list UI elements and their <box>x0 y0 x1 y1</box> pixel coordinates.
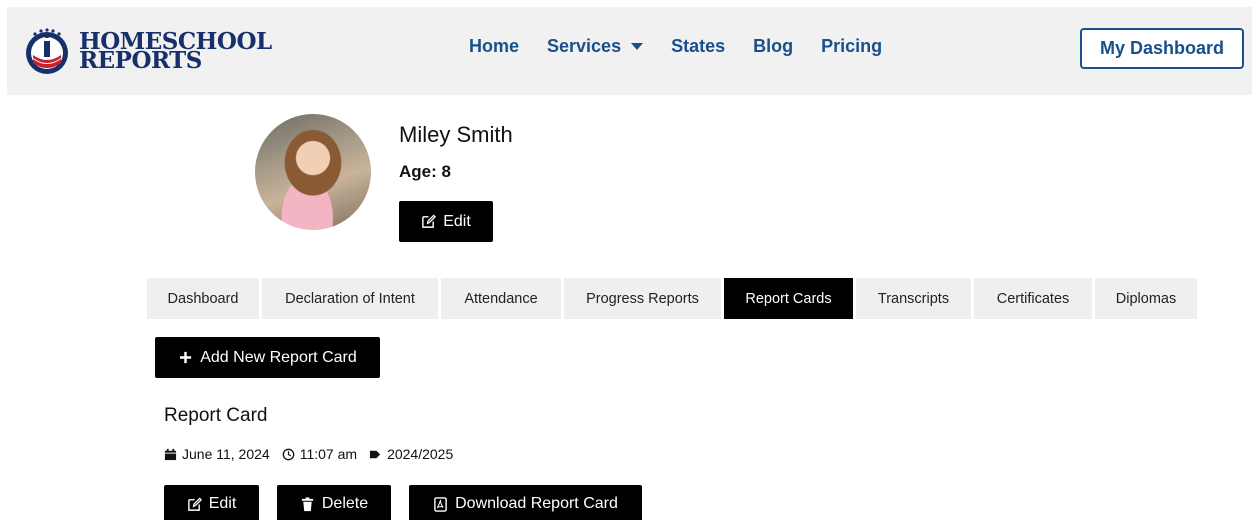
tab-report-cards[interactable]: Report Cards <box>724 278 853 319</box>
add-report-card-button[interactable]: Add New Report Card <box>155 337 380 378</box>
child-name: Miley Smith <box>399 122 513 147</box>
avatar <box>255 114 371 230</box>
pdf-file-icon <box>434 496 447 512</box>
section-tabs: Dashboard Declaration of Intent Attendan… <box>147 278 1197 319</box>
add-report-card-label: Add New Report Card <box>200 348 357 366</box>
edit-icon <box>187 496 202 511</box>
edit-profile-button[interactable]: Edit <box>399 201 493 242</box>
plus-icon <box>180 351 192 364</box>
tab-attendance[interactable]: Attendance <box>441 278 561 319</box>
report-card-meta: June 11, 2024 11:07 am 2024/2025 <box>164 446 465 462</box>
nav-item-home[interactable]: Home <box>469 36 519 57</box>
report-card-title: Report Card <box>164 405 268 426</box>
nav-item-pricing[interactable]: Pricing <box>821 36 882 57</box>
tab-diplomas[interactable]: Diplomas <box>1095 278 1197 319</box>
clock-icon <box>282 448 295 460</box>
edit-report-card-button[interactable]: Edit <box>164 485 259 520</box>
edit-icon <box>422 214 437 228</box>
brand-wordmark: HOMESCHOOL REPORTS <box>79 30 272 72</box>
site-header: HOMESCHOOL REPORTS Home Services States … <box>7 7 1252 95</box>
my-dashboard-button[interactable]: My Dashboard <box>1080 28 1244 69</box>
trash-icon <box>301 496 313 511</box>
nav-item-states[interactable]: States <box>671 36 725 57</box>
report-card-tag-text: 2024/2025 <box>387 446 454 462</box>
tag-icon <box>369 450 381 458</box>
report-card-time: 11:07 am <box>282 446 357 462</box>
chevron-down-icon <box>631 43 644 50</box>
calendar-icon <box>164 448 177 460</box>
download-report-card-button[interactable]: Download Report Card <box>409 485 642 520</box>
brand-logo[interactable]: HOMESCHOOL REPORTS <box>21 25 272 77</box>
logo-emblem-icon <box>26 28 68 74</box>
report-card-date-text: June 11, 2024 <box>182 446 270 462</box>
download-report-card-label: Download Report Card <box>455 495 618 512</box>
report-card-time-text: 11:07 am <box>299 446 358 462</box>
report-card-tag: 2024/2025 <box>369 446 453 462</box>
main-nav: Home Services States Blog Pricing <box>469 36 882 57</box>
nav-item-services-label: Services <box>547 36 622 56</box>
delete-report-card-button[interactable]: Delete <box>277 485 391 520</box>
child-age: Age: 8 <box>399 162 451 181</box>
nav-item-blog[interactable]: Blog <box>753 36 793 57</box>
delete-report-card-label: Delete <box>321 495 369 512</box>
report-card-date: June 11, 2024 <box>164 446 270 462</box>
edit-report-card-label: Edit <box>208 495 237 512</box>
tab-declaration-of-intent[interactable]: Declaration of Intent <box>262 278 438 319</box>
edit-profile-label: Edit <box>443 212 471 230</box>
tab-progress-reports[interactable]: Progress Reports <box>564 278 721 319</box>
tab-dashboard[interactable]: Dashboard <box>147 278 259 319</box>
tab-certificates[interactable]: Certificates <box>974 278 1092 319</box>
tab-transcripts[interactable]: Transcripts <box>856 278 971 319</box>
nav-item-services[interactable]: Services <box>547 36 644 57</box>
